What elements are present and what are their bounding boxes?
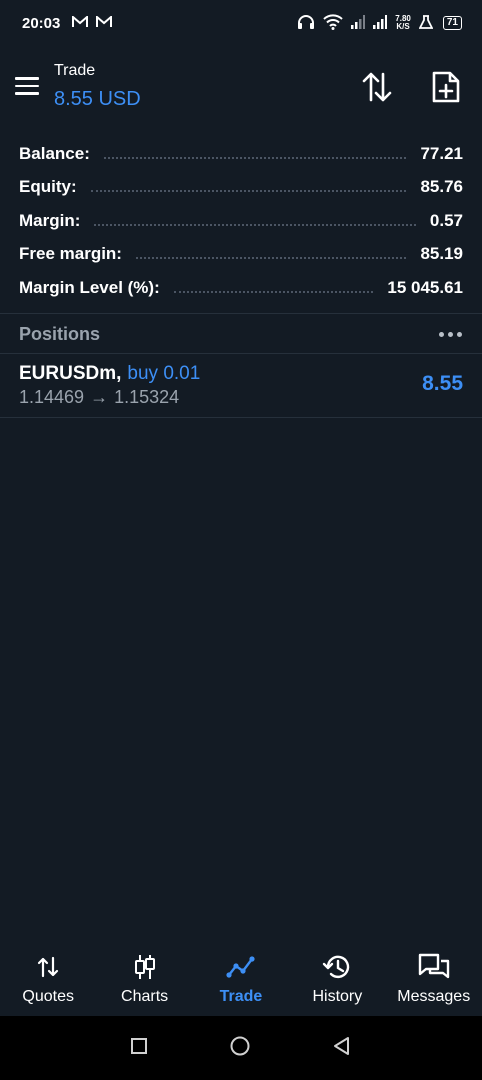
position-prices: 1.14469 → 1.15324: [19, 387, 179, 408]
margin-value: 0.57: [429, 210, 463, 230]
balance-label: Balance:: [19, 143, 90, 163]
wifi-icon: [323, 14, 343, 32]
current-price: 1.15324: [114, 387, 180, 407]
system-nav-bar: [0, 1016, 482, 1080]
quotes-icon: [36, 952, 60, 982]
equity-label: Equity:: [19, 177, 77, 197]
margin-level-label: Margin Level (%):: [19, 277, 160, 297]
status-bar: 20:03 7.80 K/S 71: [0, 0, 482, 46]
back-icon[interactable]: [332, 1036, 352, 1061]
position-symbol: EURUSDm: [19, 363, 117, 384]
status-time: 20:03: [22, 14, 61, 32]
header-profit: 8.55 USD: [54, 88, 141, 110]
status-left: 20:03: [22, 14, 113, 32]
nav-label: Quotes: [22, 988, 74, 1005]
nav-label: Trade: [219, 988, 263, 1005]
position-title-line: EURUSDm, buy 0.01: [19, 363, 200, 385]
nav-label: Charts: [121, 988, 169, 1005]
history-icon: [322, 952, 352, 982]
recents-icon[interactable]: [130, 1037, 148, 1060]
dotted-leader: [103, 156, 407, 159]
battery-icon: 71: [442, 16, 462, 30]
margin-level-row: Margin Level (%): 15 045.61: [0, 271, 482, 305]
page-title: Trade: [54, 62, 96, 79]
more-options-icon[interactable]: [439, 331, 462, 337]
nav-trade[interactable]: Trade: [195, 944, 287, 1006]
sort-icon[interactable]: [360, 70, 394, 104]
nav-label: History: [312, 988, 363, 1005]
positions-title: Positions: [19, 323, 101, 344]
dotted-leader: [94, 223, 416, 226]
gmail-icon: [72, 14, 89, 30]
position-direction: buy 0.01: [127, 363, 201, 384]
status-right: 7.80 K/S 71: [297, 14, 462, 32]
network-speed: 7.80 K/S: [395, 15, 411, 31]
signal-icon: [351, 15, 366, 31]
dotted-leader: [135, 257, 407, 260]
position-comma: ,: [116, 363, 122, 384]
nav-quotes[interactable]: Quotes: [2, 944, 94, 1006]
free-margin-row: Free margin: 85.19: [0, 238, 482, 272]
position-profit: 8.55: [422, 372, 463, 395]
headphones-icon: [297, 14, 315, 32]
dotted-leader: [173, 290, 374, 293]
nav-charts[interactable]: Charts: [99, 944, 191, 1006]
home-icon[interactable]: [229, 1035, 251, 1062]
nav-label: Messages: [397, 988, 471, 1005]
divider: [0, 313, 482, 314]
balance-row: Balance: 77.21: [0, 137, 482, 171]
margin-level-value: 15 045.61: [387, 277, 463, 297]
margin-row: Margin: 0.57: [0, 204, 482, 238]
trade-icon: [226, 952, 256, 982]
nav-messages[interactable]: Messages: [388, 944, 480, 1006]
dotted-leader: [90, 190, 407, 193]
equity-row: Equity: 85.76: [0, 171, 482, 205]
menu-icon[interactable]: [15, 77, 39, 95]
margin-label: Margin:: [19, 210, 81, 230]
gmail-icon: [96, 14, 113, 30]
nav-history[interactable]: History: [291, 944, 383, 1006]
signal-icon: [373, 15, 388, 31]
account-summary: Balance: 77.21 Equity: 85.76 Margin: 0.5…: [0, 137, 482, 305]
free-margin-value: 85.19: [420, 244, 463, 264]
price-arrow: →: [90, 387, 109, 407]
open-price: 1.14469: [19, 387, 85, 407]
positions-header: Positions: [0, 315, 482, 353]
bottom-nav: Quotes Charts Trade History Messages: [0, 944, 482, 1016]
free-margin-label: Free margin:: [19, 244, 122, 264]
divider: [0, 417, 482, 418]
messages-icon: [417, 952, 451, 982]
position-row[interactable]: EURUSDm, buy 0.01 1.14469 → 1.15324 8.55: [0, 354, 482, 417]
equity-value: 85.76: [420, 177, 463, 197]
speed-unit: K/S: [396, 22, 410, 31]
balance-value: 77.21: [420, 143, 463, 163]
app-header: Trade 8.55 USD: [0, 56, 482, 116]
charts-icon: [133, 952, 157, 982]
flask-icon: [418, 15, 434, 31]
new-order-icon[interactable]: [431, 70, 461, 104]
